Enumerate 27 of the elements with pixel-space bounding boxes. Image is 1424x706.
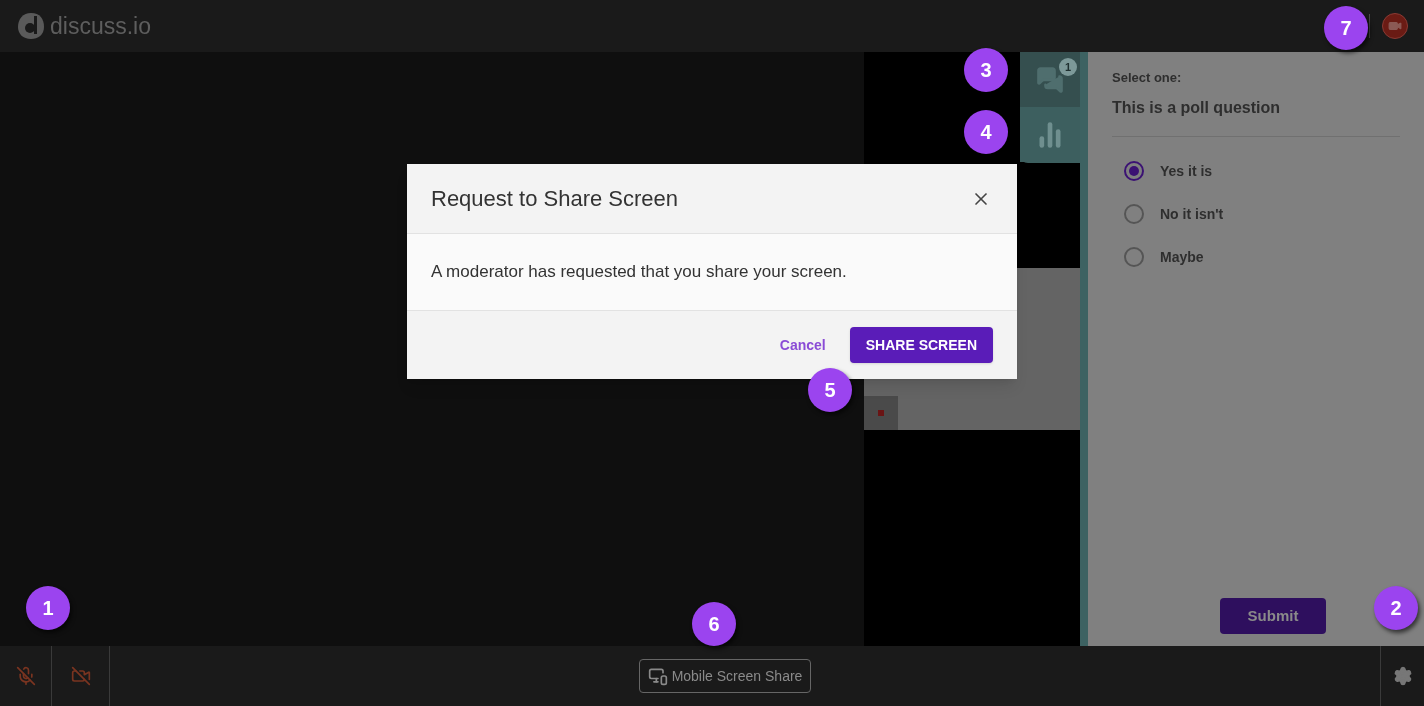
video-camera-icon xyxy=(1388,19,1402,33)
chat-icon xyxy=(1036,65,1064,94)
monitor-phone-icon xyxy=(647,666,668,686)
option-label: Maybe xyxy=(1160,247,1204,267)
poll-prompt: Select one: xyxy=(1112,69,1183,87)
dialog-message: A moderator has requested that you share your screen. xyxy=(431,261,847,284)
radio-button[interactable] xyxy=(1124,204,1144,224)
record-button[interactable] xyxy=(1382,13,1408,39)
bar-chart-icon xyxy=(1036,120,1064,149)
logo-text: discuss.io xyxy=(50,11,151,41)
poll-question: This is a poll question xyxy=(1112,95,1400,137)
option-label: No it isn't xyxy=(1160,204,1224,224)
chat-tab[interactable]: 1 xyxy=(1020,52,1080,107)
radio-button[interactable] xyxy=(1124,161,1144,181)
logo-icon xyxy=(16,11,46,41)
muted-microphone-icon xyxy=(15,666,36,686)
option-label: Yes it is xyxy=(1160,161,1213,181)
mobile-screen-share-button[interactable]: Mobile Screen Share xyxy=(638,659,812,693)
share-screen-button[interactable]: SHARE SCREEN xyxy=(849,327,993,363)
cancel-button[interactable]: Cancel xyxy=(779,334,826,356)
camera-off-icon xyxy=(70,666,91,686)
notification-badge: 1 xyxy=(1059,58,1077,76)
dialog-title: Request to Share Screen xyxy=(431,185,679,213)
radio-button[interactable] xyxy=(1124,247,1144,267)
submit-button[interactable]: Submit xyxy=(1220,598,1326,634)
settings-icon xyxy=(1392,666,1413,686)
recording-indicator-icon xyxy=(878,410,884,416)
